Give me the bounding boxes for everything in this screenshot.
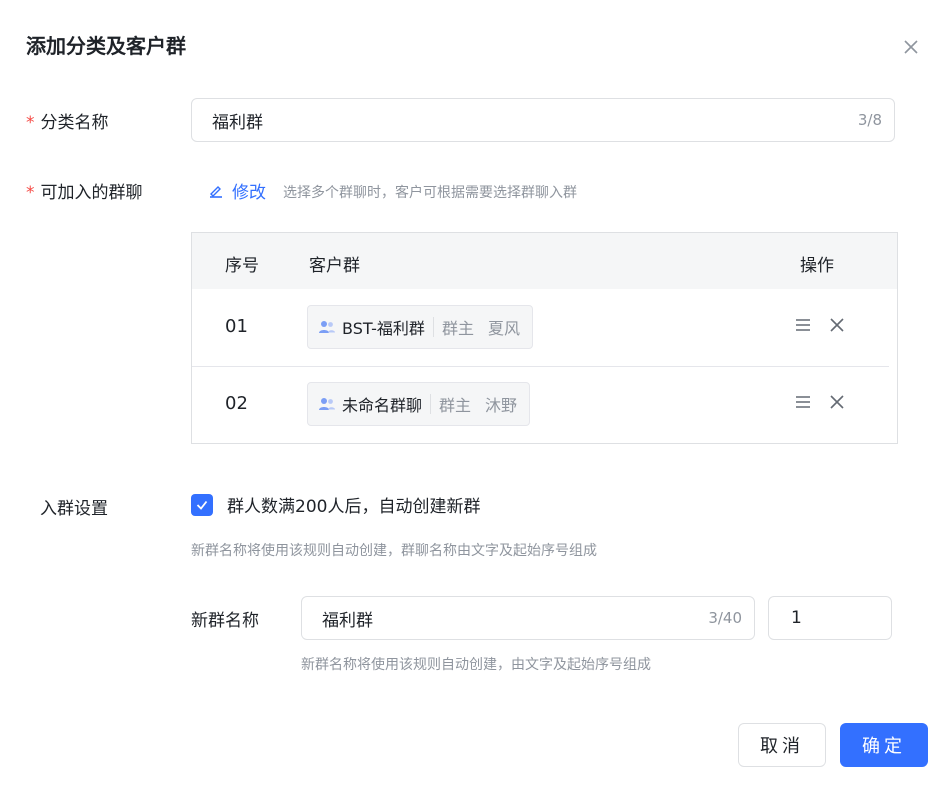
required-mark: * bbox=[26, 113, 35, 133]
check-icon bbox=[196, 500, 208, 510]
drag-handle-icon[interactable] bbox=[795, 395, 811, 409]
start-index-input[interactable]: 1 bbox=[768, 596, 892, 640]
dialog-title: 添加分类及客户群 bbox=[26, 34, 186, 58]
new-group-name-value: 福利群 bbox=[322, 610, 373, 631]
edit-groups-link[interactable]: 修改 bbox=[208, 178, 266, 203]
join-settings-hint: 新群名称将使用该规则自动创建，群聊名称由文字及起始序号组成 bbox=[191, 543, 597, 559]
group-name: BST-福利群 bbox=[342, 319, 425, 338]
auto-create-label: 群人数满200人后，自动创建新群 bbox=[227, 497, 481, 517]
owner-label: 群主 bbox=[441, 319, 474, 338]
group-tag: 未命名群聊 群主 沐野 bbox=[307, 382, 531, 426]
new-group-name-input[interactable]: 福利群 3/40 bbox=[301, 596, 755, 640]
table-row: 01 BST-福利群 群主 夏风 bbox=[192, 289, 897, 366]
table-header: 序号 客户群 操作 bbox=[192, 233, 897, 289]
groups-table: 序号 客户群 操作 01 BST-福利群 群主 夏风 02 未命名群聊 群主 沐… bbox=[191, 232, 898, 444]
cancel-button[interactable]: 取消 bbox=[738, 723, 826, 767]
category-name-label: * 分类名称 bbox=[26, 113, 109, 133]
category-name-count: 3/8 bbox=[857, 111, 882, 129]
group-icon bbox=[319, 398, 335, 410]
owner-name: 沐野 bbox=[485, 396, 518, 415]
group-name: 未命名群聊 bbox=[342, 396, 423, 415]
groups-hint: 选择多个群聊时，客户可根据需要选择群聊入群 bbox=[283, 185, 577, 201]
tag-divider bbox=[432, 317, 434, 337]
groups-label: * 可加入的群聊 bbox=[26, 183, 143, 203]
join-settings-label: 入群设置 bbox=[40, 499, 108, 519]
tag-divider bbox=[430, 394, 432, 414]
remove-icon[interactable] bbox=[829, 394, 845, 410]
new-group-name-hint: 新群名称将使用该规则自动创建，由文字及起始序号组成 bbox=[301, 657, 651, 673]
group-icon bbox=[319, 321, 335, 333]
row-actions bbox=[795, 394, 845, 410]
new-group-name-count: 3/40 bbox=[708, 609, 742, 627]
close-icon[interactable] bbox=[900, 36, 922, 58]
table-row: 02 未命名群聊 群主 沐野 bbox=[192, 366, 897, 443]
category-name-value: 福利群 bbox=[212, 112, 263, 133]
start-index-value: 1 bbox=[791, 608, 802, 628]
owner-name: 夏风 bbox=[487, 319, 520, 338]
new-group-name-label: 新群名称 bbox=[191, 611, 259, 631]
group-tag: BST-福利群 群主 夏风 bbox=[307, 305, 533, 349]
category-name-input[interactable]: 福利群 3/8 bbox=[191, 98, 895, 142]
header-actions: 操作 bbox=[800, 256, 834, 276]
confirm-button[interactable]: 确定 bbox=[840, 723, 928, 767]
drag-handle-icon[interactable] bbox=[795, 318, 811, 332]
row-index: 01 bbox=[225, 316, 248, 337]
header-index: 序号 bbox=[225, 256, 259, 276]
remove-icon[interactable] bbox=[829, 317, 845, 333]
header-group: 客户群 bbox=[309, 256, 360, 276]
row-actions bbox=[795, 317, 845, 333]
owner-label: 群主 bbox=[439, 396, 472, 415]
edit-icon bbox=[210, 185, 222, 198]
row-index: 02 bbox=[225, 393, 248, 414]
required-mark: * bbox=[26, 183, 35, 203]
auto-create-checkbox[interactable] bbox=[191, 494, 213, 516]
